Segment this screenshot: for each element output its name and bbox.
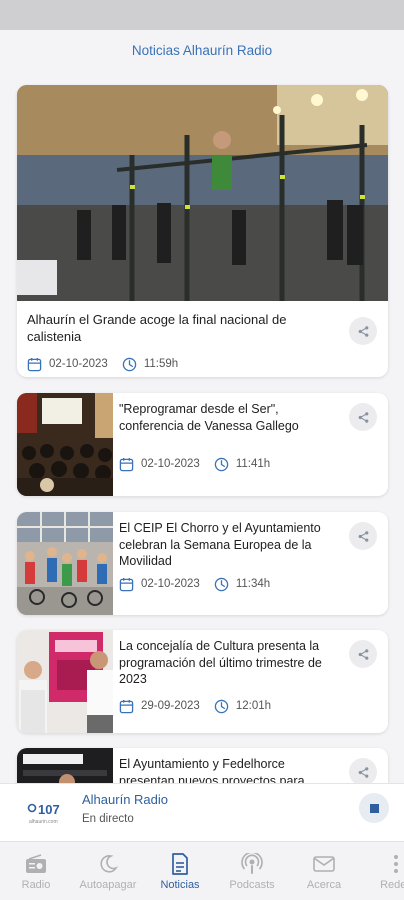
news-meta: 02-10-2023 11:41h <box>119 455 270 473</box>
news-card[interactable]: "Reprogramar desde el Ser", conferencia … <box>17 393 388 496</box>
nav-item-noticias[interactable]: Noticias <box>144 842 216 900</box>
news-date: 02-10-2023 <box>49 358 108 370</box>
share-icon <box>357 411 370 424</box>
share-button[interactable] <box>349 640 377 668</box>
news-thumbnail <box>17 748 113 783</box>
news-thumbnail <box>17 630 113 733</box>
news-time: 11:59h <box>143 358 179 370</box>
svg-text:107: 107 <box>38 802 60 817</box>
news-feed[interactable]: Alhaurín el Grande acoge la final nacion… <box>0 80 404 783</box>
page-title: Noticias Alhaurín Radio <box>131 42 273 58</box>
nav-label: Radio <box>21 879 51 891</box>
news-card[interactable]: La concejalía de Cultura presenta la pro… <box>17 630 388 733</box>
news-card[interactable]: Alhaurín el Grande acoge la final nacion… <box>17 85 388 377</box>
news-photo <box>17 85 388 301</box>
nav-item-podcasts[interactable]: Podcasts <box>216 842 288 900</box>
mail-icon <box>313 856 335 872</box>
news-headline[interactable]: El CEIP El Chorro y el Ayuntamiento cele… <box>119 520 337 570</box>
nav-label: Podcasts <box>229 879 275 891</box>
share-button[interactable] <box>349 522 377 550</box>
clock-icon <box>214 577 229 592</box>
share-icon <box>357 648 370 661</box>
news-meta: 02-10-2023 11:34h <box>119 575 270 593</box>
stop-button[interactable] <box>359 793 389 823</box>
news-date: 02-10-2023 <box>141 578 200 590</box>
nav-label: Acerca <box>306 879 342 891</box>
news-time: 12:01h <box>235 700 272 712</box>
station-name[interactable]: Alhaurín Radio <box>82 792 168 807</box>
clock-icon <box>214 699 229 714</box>
news-headline[interactable]: El Ayuntamiento y Fedelhorce presentan n… <box>119 756 337 783</box>
calendar-icon <box>119 457 134 472</box>
share-button[interactable] <box>349 317 377 345</box>
mini-player[interactable]: 107 alhaurin.com Alhaurín Radio En direc… <box>0 783 404 841</box>
nav-label: Noticias <box>160 879 200 891</box>
news-date: 02-10-2023 <box>141 458 200 470</box>
news-time: 11:34h <box>235 578 271 590</box>
stop-icon <box>369 803 379 813</box>
calendar-icon <box>119 577 134 592</box>
news-card[interactable]: El CEIP El Chorro y el Ayuntamiento cele… <box>17 512 388 615</box>
podcast-icon <box>241 853 263 874</box>
nav-label: Autoapagar <box>79 879 137 891</box>
clock-icon <box>122 357 137 372</box>
svg-text:alhaurin.com: alhaurin.com <box>29 819 58 825</box>
news-meta: 02-10-2023 11:59h <box>27 355 178 373</box>
clock-icon <box>214 457 229 472</box>
news-headline[interactable]: La concejalía de Cultura presenta la pro… <box>119 638 337 688</box>
bottom-nav: Radio Autoapagar Noticias Podcasts Acerc… <box>0 841 404 900</box>
news-meta: 29-09-2023 12:01h <box>119 697 271 715</box>
status-bar <box>0 0 404 30</box>
calendar-icon <box>119 699 134 714</box>
news-thumbnail <box>17 393 113 496</box>
document-icon <box>172 853 188 875</box>
nav-item-acerca[interactable]: Acerca <box>288 842 360 900</box>
news-time: 11:41h <box>235 458 271 470</box>
live-status: En directo <box>82 813 134 825</box>
more-vertical-icon <box>394 855 398 873</box>
share-icon <box>357 530 370 543</box>
radio-icon <box>26 854 46 873</box>
moon-icon <box>100 855 118 873</box>
nav-label: Redes <box>380 879 404 891</box>
share-icon <box>357 325 370 338</box>
nav-item-autoapagar[interactable]: Autoapagar <box>72 842 144 900</box>
calendar-icon <box>27 357 42 372</box>
share-icon <box>357 766 370 779</box>
station-logo: 107 alhaurin.com <box>27 802 60 825</box>
news-headline[interactable]: Alhaurín el Grande acoge la final nacion… <box>27 311 339 345</box>
news-date: 29-09-2023 <box>141 700 200 712</box>
news-card[interactable]: El Ayuntamiento y Fedelhorce presentan n… <box>17 748 388 783</box>
nav-item-redes[interactable]: Redes <box>360 842 404 900</box>
share-button[interactable] <box>349 758 377 783</box>
app-bar: Noticias Alhaurín Radio <box>0 30 404 70</box>
news-headline[interactable]: "Reprogramar desde el Ser", conferencia … <box>119 401 337 434</box>
news-thumbnail <box>17 512 113 615</box>
nav-item-radio[interactable]: Radio <box>0 842 72 900</box>
share-button[interactable] <box>349 403 377 431</box>
